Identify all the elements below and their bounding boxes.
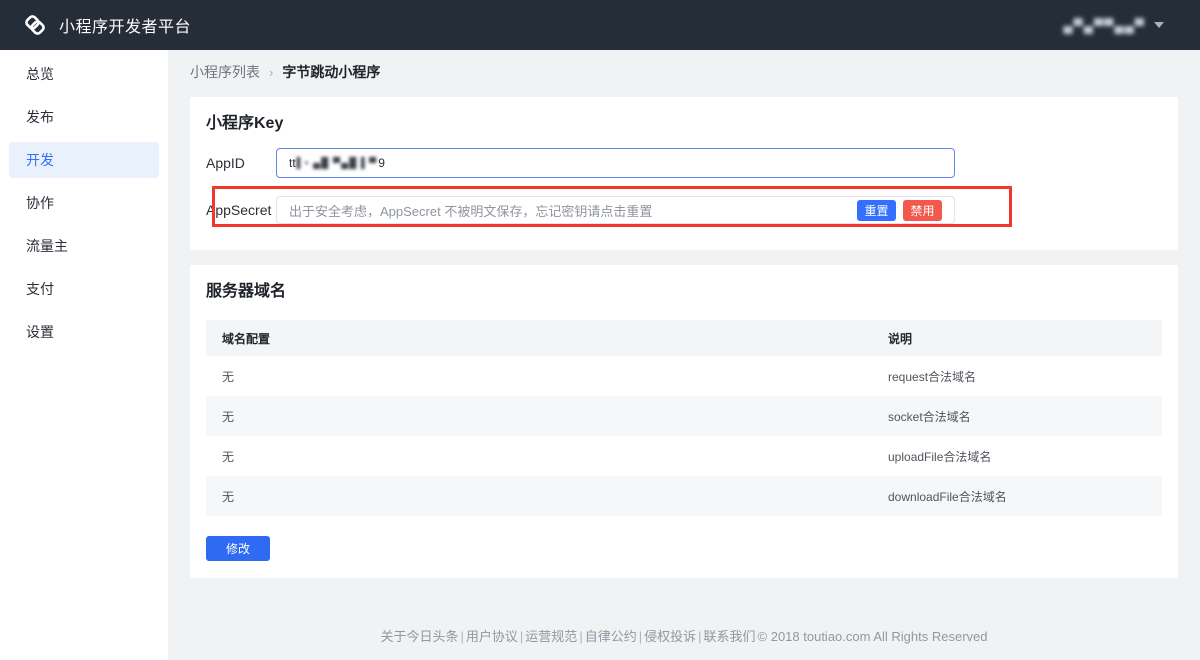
username-obscured: ▄▀▄▀▀▄▄▀ bbox=[1063, 18, 1145, 33]
footer-separator: | bbox=[520, 629, 523, 644]
platform-title: 小程序开发者平台 bbox=[59, 13, 191, 37]
top-bar: 小程序开发者平台 ▄▀▄▀▀▄▄▀ bbox=[0, 0, 1200, 50]
row-config-value: 无 bbox=[206, 408, 888, 425]
domain-card-title: 服务器域名 bbox=[206, 277, 286, 301]
chevron-down-icon bbox=[1154, 22, 1164, 28]
appid-value-suffix: 9 bbox=[378, 156, 385, 170]
sidebar-item-settings[interactable]: 设置 bbox=[9, 314, 159, 350]
platform-logo-icon bbox=[22, 12, 48, 38]
sidebar-item-payment[interactable]: 支付 bbox=[9, 271, 159, 307]
sidebar-item-overview[interactable]: 总览 bbox=[9, 56, 159, 92]
appid-label: AppID bbox=[206, 148, 245, 178]
sidebar-item-publish[interactable]: 发布 bbox=[9, 99, 159, 135]
key-card-title: 小程序Key bbox=[206, 109, 283, 133]
breadcrumb-miniapp-list[interactable]: 小程序列表 bbox=[190, 62, 260, 82]
footer-link-agreement[interactable]: 用户协议 bbox=[466, 629, 518, 644]
breadcrumb-separator: › bbox=[269, 65, 273, 80]
sidebar-item-develop[interactable]: 开发 bbox=[9, 142, 159, 178]
row-config-value: 无 bbox=[206, 368, 888, 385]
appid-value-masked: ▌▪ ▄█ ▀▄█ ▌▀ bbox=[297, 158, 378, 169]
appid-value-prefix: tt bbox=[289, 156, 296, 170]
footer-separator: | bbox=[461, 629, 464, 644]
miniapp-key-card: 小程序Key AppID tt ▌▪ ▄█ ▀▄█ ▌▀ 9 AppSecret… bbox=[190, 97, 1178, 250]
domain-table: 域名配置 说明 无 request合法域名 无 socket合法域名 无 upl… bbox=[206, 320, 1162, 516]
row-description: request合法域名 bbox=[888, 368, 1162, 385]
table-row: 无 request合法域名 bbox=[206, 356, 1162, 396]
sidebar-item-traffic[interactable]: 流量主 bbox=[9, 228, 159, 264]
main-content: 小程序列表 › 字节跳动小程序 小程序Key AppID tt ▌▪ ▄█ ▀▄… bbox=[168, 50, 1200, 660]
reset-secret-button[interactable]: 重置 bbox=[857, 200, 896, 221]
header-description: 说明 bbox=[888, 330, 1162, 347]
footer-copyright: © 2018 toutiao.com All Rights Reserved bbox=[758, 629, 988, 644]
user-account-menu[interactable]: ▄▀▄▀▀▄▄▀ bbox=[1063, 0, 1164, 50]
disable-secret-button[interactable]: 禁用 bbox=[903, 200, 942, 221]
row-config-value: 无 bbox=[206, 488, 888, 505]
sidebar-nav: 总览 发布 开发 协作 流量主 支付 设置 bbox=[0, 50, 168, 660]
breadcrumb-current: 字节跳动小程序 bbox=[282, 62, 380, 82]
row-description: uploadFile合法域名 bbox=[888, 448, 1162, 465]
footer-link-operation[interactable]: 运营规范 bbox=[525, 629, 577, 644]
page: 小程序开发者平台 ▄▀▄▀▀▄▄▀ 总览 发布 开发 协作 流量主 支付 设置 … bbox=[0, 0, 1200, 660]
breadcrumb: 小程序列表 › 字节跳动小程序 bbox=[190, 64, 380, 80]
appsecret-hint: 出于安全考虑，AppSecret 不被明文保存，忘记密钥请点击重置 bbox=[289, 201, 652, 220]
footer-link-about[interactable]: 关于今日头条 bbox=[380, 629, 458, 644]
footer-separator: | bbox=[579, 629, 582, 644]
footer-link-infringement[interactable]: 侵权投诉 bbox=[644, 629, 696, 644]
row-description: downloadFile合法域名 bbox=[888, 488, 1162, 505]
appsecret-field: 出于安全考虑，AppSecret 不被明文保存，忘记密钥请点击重置 重置 禁用 bbox=[276, 196, 955, 224]
page-footer: 关于今日头条|用户协议|运营规范|自律公约|侵权投诉|联系我们© 2018 to… bbox=[168, 629, 1200, 645]
appsecret-label: AppSecret bbox=[206, 196, 271, 224]
appid-input[interactable]: tt ▌▪ ▄█ ▀▄█ ▌▀ 9 bbox=[276, 148, 955, 178]
footer-link-discipline[interactable]: 自律公约 bbox=[585, 629, 637, 644]
row-config-value: 无 bbox=[206, 448, 888, 465]
table-row: 无 uploadFile合法域名 bbox=[206, 436, 1162, 476]
table-row: 无 downloadFile合法域名 bbox=[206, 476, 1162, 516]
footer-separator: | bbox=[698, 629, 701, 644]
footer-separator: | bbox=[639, 629, 642, 644]
server-domain-card: 服务器域名 域名配置 说明 无 request合法域名 无 socket合法域名… bbox=[190, 265, 1178, 578]
table-row: 无 socket合法域名 bbox=[206, 396, 1162, 436]
row-description: socket合法域名 bbox=[888, 408, 1162, 425]
modify-domains-button[interactable]: 修改 bbox=[206, 536, 270, 561]
footer-link-contact[interactable]: 联系我们 bbox=[704, 629, 756, 644]
domain-table-header: 域名配置 说明 bbox=[206, 320, 1162, 356]
sidebar-item-collaborate[interactable]: 协作 bbox=[9, 185, 159, 221]
header-domain-config: 域名配置 bbox=[206, 330, 888, 347]
